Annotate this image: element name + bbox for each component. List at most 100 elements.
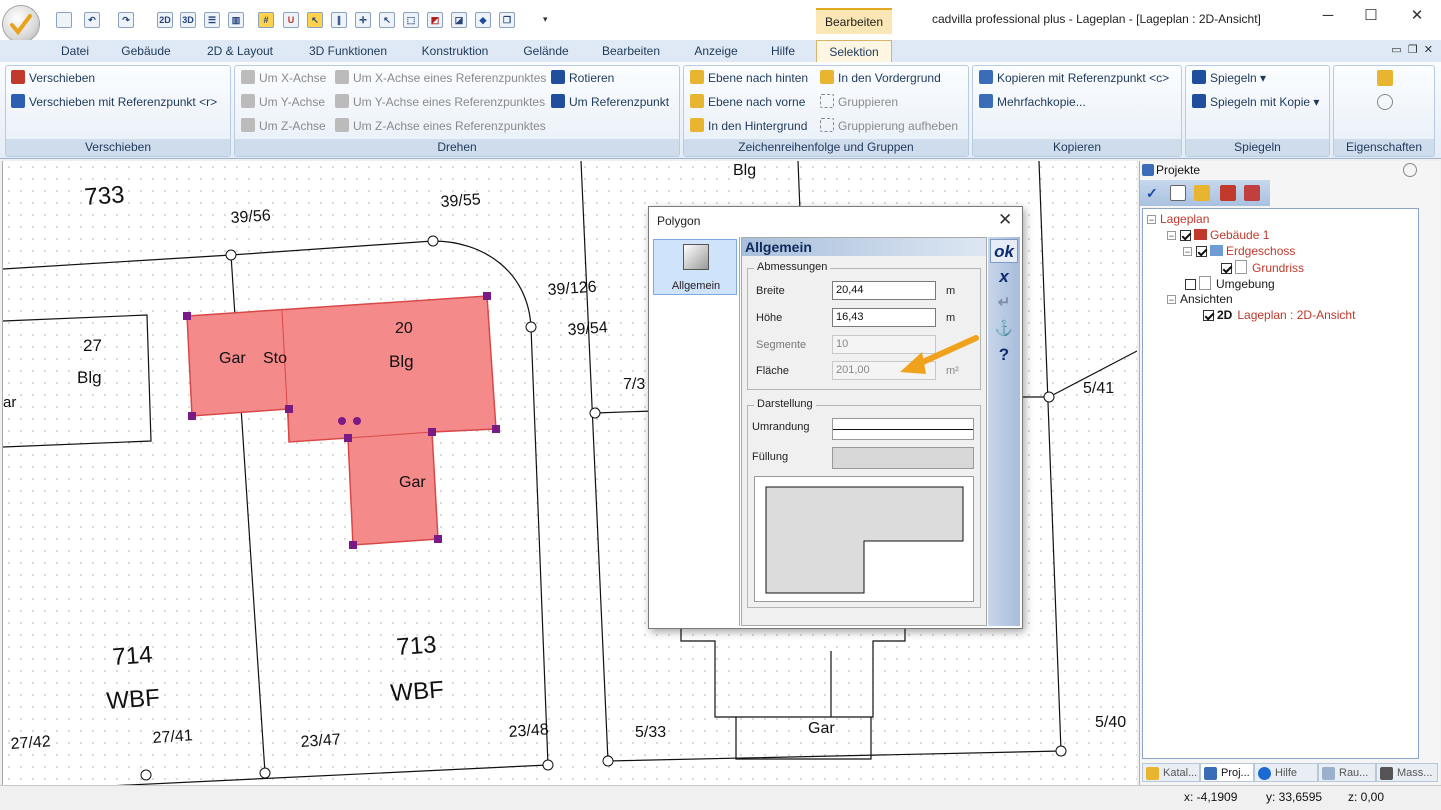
horizontal-split-icon[interactable]: ☰: [204, 12, 220, 28]
collapse-icon[interactable]: −: [1183, 247, 1192, 257]
properties-edit-icon[interactable]: [1377, 70, 1393, 86]
maximize-icon[interactable]: ☐: [1359, 6, 1383, 26]
mdi-window-buttons[interactable]: ▭ ❐ ✕: [1391, 43, 1433, 56]
house-icon[interactable]: [1244, 185, 1260, 201]
hoehe-input[interactable]: 16,43: [832, 308, 936, 327]
label-parcel-39-126: 39/126: [547, 279, 597, 299]
ok-button[interactable]: ok: [990, 239, 1018, 263]
redo-icon[interactable]: ↷: [118, 12, 134, 28]
tree-item-ansichten[interactable]: − Ansichten: [1167, 292, 1233, 306]
collapse-icon[interactable]: −: [1147, 215, 1156, 225]
in-den-hintergrund-button[interactable]: In den Hintergrund: [690, 116, 807, 136]
um-referenzpunkt-button[interactable]: Um Referenzpunkt: [551, 92, 669, 112]
view-3d-button[interactable]: 3D: [180, 12, 196, 28]
view-2d-button[interactable]: 2D: [157, 12, 173, 28]
select-area-icon[interactable]: ◪: [451, 12, 467, 28]
tab-datei[interactable]: Datei: [50, 40, 100, 62]
tab-3d-funktionen[interactable]: 3D Funktionen: [298, 40, 398, 62]
properties-settings-icon[interactable]: [1377, 94, 1393, 110]
visibility-checkbox[interactable]: [1185, 279, 1196, 290]
tab-anzeige[interactable]: Anzeige: [684, 40, 748, 62]
app-logo-icon[interactable]: [3, 6, 39, 42]
delete-icon[interactable]: [1220, 185, 1236, 201]
customize-qat-icon[interactable]: ▾: [543, 14, 548, 25]
gruppierung-aufheben-button[interactable]: Gruppierung aufheben: [820, 116, 958, 136]
copy-icon[interactable]: ❐: [499, 12, 515, 28]
select-polygon-icon[interactable]: ◩: [427, 12, 443, 28]
tree-item-gebaeude[interactable]: − Gebäude 1: [1167, 228, 1269, 242]
um-y-achse-referenzpunkt-button[interactable]: Um Y-Achse eines Referenzpunktes: [335, 92, 545, 112]
fuellung-color-selector[interactable]: [832, 447, 974, 469]
eraser-icon[interactable]: ◆: [475, 12, 491, 28]
tab-2d-layout[interactable]: 2D & Layout: [196, 40, 284, 62]
checkmark-icon[interactable]: ✓: [1146, 185, 1162, 201]
dialog-close-icon[interactable]: ✕: [998, 210, 1012, 230]
ebene-nach-vorne-button[interactable]: Ebene nach vorne: [690, 92, 805, 112]
visibility-checkbox[interactable]: [1203, 310, 1214, 321]
breite-input[interactable]: 20,44: [832, 281, 936, 300]
new-file-icon[interactable]: [56, 12, 72, 28]
spiegeln-button[interactable]: Spiegeln ▾: [1192, 68, 1266, 88]
tab-katalog[interactable]: Katal...: [1142, 763, 1200, 782]
tree-item-lageplan[interactable]: − Lageplan: [1147, 212, 1209, 226]
rotieren-button[interactable]: Rotieren: [551, 68, 614, 88]
magnet-icon[interactable]: U: [283, 12, 299, 28]
visibility-checkbox[interactable]: [1221, 263, 1232, 274]
pin-icon[interactable]: [1403, 163, 1417, 177]
tree-item-grundriss[interactable]: Grundriss: [1221, 260, 1304, 275]
collapse-icon[interactable]: −: [1167, 295, 1176, 305]
minimize-icon[interactable]: ─: [1316, 6, 1340, 26]
visibility-checkbox[interactable]: [1196, 246, 1207, 257]
nav-item-allgemein[interactable]: Allgemein: [653, 239, 737, 295]
tab-hilfe[interactable]: Hilfe: [758, 40, 808, 62]
tree-item-lageplan-2d-ansicht[interactable]: 2D Lageplan : 2D-Ansicht: [1203, 308, 1355, 322]
um-z-achse-referenzpunkt-button[interactable]: Um Z-Achse eines Referenzpunktes: [335, 116, 546, 136]
window-title: cadvilla professional plus - Lageplan - …: [932, 12, 1261, 26]
um-y-achse-button[interactable]: Um Y-Achse: [241, 92, 325, 112]
help-button[interactable]: ?: [990, 343, 1018, 367]
tree-item-erdgeschoss[interactable]: − Erdgeschoss: [1183, 244, 1295, 258]
verschieben-button[interactable]: Verschieben: [11, 68, 95, 88]
tab-bearbeiten[interactable]: Bearbeiten: [592, 40, 670, 62]
properties-icon[interactable]: [1194, 185, 1210, 201]
umrandung-line-selector[interactable]: [832, 418, 974, 440]
rename-icon[interactable]: [1170, 185, 1186, 201]
um-x-achse-referenzpunkt-button[interactable]: Um X-Achse eines Referenzpunktes: [335, 68, 546, 88]
tab-projekte[interactable]: Proj...: [1200, 763, 1254, 782]
grid-icon[interactable]: #: [258, 12, 274, 28]
gruppieren-button[interactable]: Gruppieren: [820, 92, 898, 112]
tab-konstruktion[interactable]: Konstruktion: [410, 40, 500, 62]
cancel-button[interactable]: x: [990, 265, 1018, 289]
undo-icon[interactable]: ↶: [84, 12, 100, 28]
in-den-vordergrund-button[interactable]: In den Vordergrund: [820, 68, 941, 88]
close-icon[interactable]: ✕: [1405, 6, 1429, 26]
ebene-nach-hinten-button[interactable]: Ebene nach hinten: [690, 68, 808, 88]
vertical-split-icon[interactable]: ▥: [228, 12, 244, 28]
um-x-achse-button[interactable]: Um X-Achse: [241, 68, 326, 88]
anchor-icon[interactable]: ⚓: [990, 317, 1018, 341]
tab-selektion[interactable]: Selektion: [816, 40, 892, 62]
snap-cursor-icon[interactable]: ↖: [307, 12, 323, 28]
parallel-lines-icon[interactable]: ∥: [331, 12, 347, 28]
tree-item-umgebung[interactable]: Umgebung: [1185, 276, 1275, 291]
tab-masse[interactable]: Mass...: [1376, 763, 1438, 782]
mehrfachkopie-button[interactable]: Mehrfachkopie...: [979, 92, 1086, 112]
nav-item-label: Allgemein: [671, 280, 721, 292]
apply-icon[interactable]: ↵: [990, 291, 1018, 315]
page-icon: [1199, 276, 1211, 290]
verschieben-mit-referenzpunkt-button[interactable]: Verschieben mit Referenzpunkt <r>: [11, 92, 217, 112]
fuellung-label: Füllung: [752, 451, 789, 463]
select-window-icon[interactable]: ⬚: [403, 12, 419, 28]
tab-gebaeude[interactable]: Gebäude: [110, 40, 182, 62]
visibility-checkbox[interactable]: [1180, 230, 1191, 241]
um-z-achse-button[interactable]: Um Z-Achse: [241, 116, 326, 136]
kopieren-mit-referenzpunkt-button[interactable]: Kopieren mit Referenzpunkt <c>: [979, 68, 1169, 88]
crosshair-icon[interactable]: ✛: [355, 12, 371, 28]
select-cursor-icon[interactable]: ↖: [379, 12, 395, 28]
spiegeln-mit-kopie-button[interactable]: Spiegeln mit Kopie ▾: [1192, 92, 1319, 112]
dialog-nav: Allgemein: [651, 237, 740, 626]
collapse-icon[interactable]: −: [1167, 231, 1176, 241]
tab-gelaende[interactable]: Gelände: [512, 40, 580, 62]
tab-hilfe-panel[interactable]: Hilfe: [1254, 763, 1318, 782]
tab-raeume[interactable]: Rau...: [1318, 763, 1376, 782]
